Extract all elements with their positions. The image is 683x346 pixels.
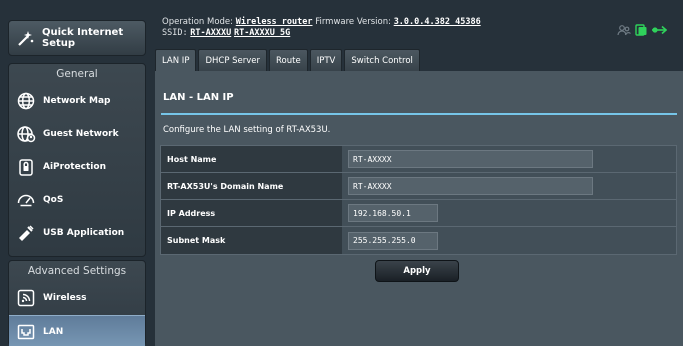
ip-address-input[interactable] xyxy=(348,204,438,222)
guest-globe-icon xyxy=(15,123,37,145)
globe-icon xyxy=(15,90,37,112)
table-row: RT-AX53U's Domain Name xyxy=(161,173,676,200)
ssid-label: SSID: xyxy=(162,28,188,38)
sidebar: Quick Internet Setup General Network Map xyxy=(8,0,146,346)
sidebar-item-label: Network Map xyxy=(43,96,111,106)
sidebar-item-label: LAN xyxy=(43,326,64,337)
domain-name-cell xyxy=(342,173,676,199)
subnet-mask-label: Subnet Mask xyxy=(161,227,342,254)
sidebar-item-wireless[interactable]: Wireless xyxy=(9,282,145,314)
puzzle-usb-icon xyxy=(15,222,37,244)
lan-ip-settings-table: Host Name RT-AX53U's Domain Name IP Addr… xyxy=(160,145,677,255)
page-title: LAN - LAN IP xyxy=(163,92,234,103)
apply-button[interactable]: Apply xyxy=(375,260,459,282)
operation-mode-link[interactable]: Wireless router xyxy=(236,17,313,27)
ip-address-label: IP Address xyxy=(161,200,342,226)
ip-address-cell xyxy=(342,200,676,226)
domain-name-label: RT-AX53U's Domain Name xyxy=(161,173,342,199)
host-name-cell xyxy=(342,146,676,172)
content-panel: LAN - LAN IP Configure the LAN setting o… xyxy=(155,71,683,346)
operation-mode-label: Operation Mode: xyxy=(162,17,234,27)
sidebar-item-label: QoS xyxy=(43,195,64,205)
subnet-mask-cell xyxy=(342,227,676,254)
firmware-version-link[interactable]: 3.0.0.4.382_45386 xyxy=(394,17,481,27)
advanced-settings-title: Advanced Settings xyxy=(27,265,127,277)
firmware-label: Firmware Version: xyxy=(315,17,391,27)
quick-internet-setup-button[interactable]: Quick Internet Setup xyxy=(8,20,146,56)
host-name-input[interactable] xyxy=(348,150,593,168)
router-admin-page: Quick Internet Setup General Network Map xyxy=(0,0,683,346)
sidebar-item-label: AiProtection xyxy=(43,162,106,172)
sidebar-item-aiprotection[interactable]: AiProtection xyxy=(9,151,145,183)
sidebar-item-network-map[interactable]: Network Map xyxy=(9,85,145,117)
gauge-icon xyxy=(15,189,37,211)
sidebar-item-lan[interactable]: LAN xyxy=(9,315,145,346)
sidebar-item-guest-network[interactable]: Guest Network xyxy=(9,118,145,150)
lan-port-icon xyxy=(15,321,37,343)
status-icons xyxy=(617,21,668,40)
usb-drive-icon[interactable] xyxy=(635,21,647,40)
table-row: Host Name xyxy=(161,146,676,173)
sidebar-item-usb-application[interactable]: USB Application xyxy=(9,217,145,249)
wand-icon xyxy=(16,27,36,49)
table-row: IP Address xyxy=(161,200,676,227)
host-name-label: Host Name xyxy=(161,146,342,172)
lan-tabs: LAN IP DHCP Server Route IPTV Switch Con… xyxy=(155,49,420,71)
tab-switch-control[interactable]: Switch Control xyxy=(344,49,420,71)
advanced-settings-menu: Advanced Settings Wireless LAN xyxy=(8,260,146,346)
sidebar-item-qos[interactable]: QoS xyxy=(9,184,145,216)
wifi-icon xyxy=(15,287,37,309)
sidebar-item-label: Wireless xyxy=(43,293,87,303)
quick-internet-setup-label: Quick Internet Setup xyxy=(42,27,124,49)
tab-lan-ip[interactable]: LAN IP xyxy=(155,49,197,71)
subnet-mask-input[interactable] xyxy=(348,231,438,250)
sidebar-item-label: USB Application xyxy=(43,228,125,238)
tab-iptv[interactable]: IPTV xyxy=(309,49,343,71)
table-row: Subnet Mask xyxy=(161,227,676,254)
status-info-bar: Operation Mode: Wireless router Firmware… xyxy=(162,17,481,39)
domain-name-input[interactable] xyxy=(348,177,593,195)
page-description: Configure the LAN setting of RT-AX53U. xyxy=(163,125,331,135)
clients-icon[interactable] xyxy=(617,21,631,40)
ssid-2g-link[interactable]: RT-AXXXU xyxy=(190,28,231,38)
ssid-5g-link[interactable]: RT-AXXXU_5G xyxy=(234,28,290,38)
tab-dhcp-server[interactable]: DHCP Server xyxy=(198,49,268,71)
sidebar-item-label: Guest Network xyxy=(43,129,119,139)
general-menu-title: General xyxy=(56,68,98,80)
lock-shield-icon xyxy=(15,156,37,178)
tab-route[interactable]: Route xyxy=(269,49,308,71)
general-menu: General Network Map Guest Network AiProt… xyxy=(8,63,146,257)
internet-connected-icon[interactable] xyxy=(651,21,668,40)
title-divider xyxy=(161,113,677,115)
